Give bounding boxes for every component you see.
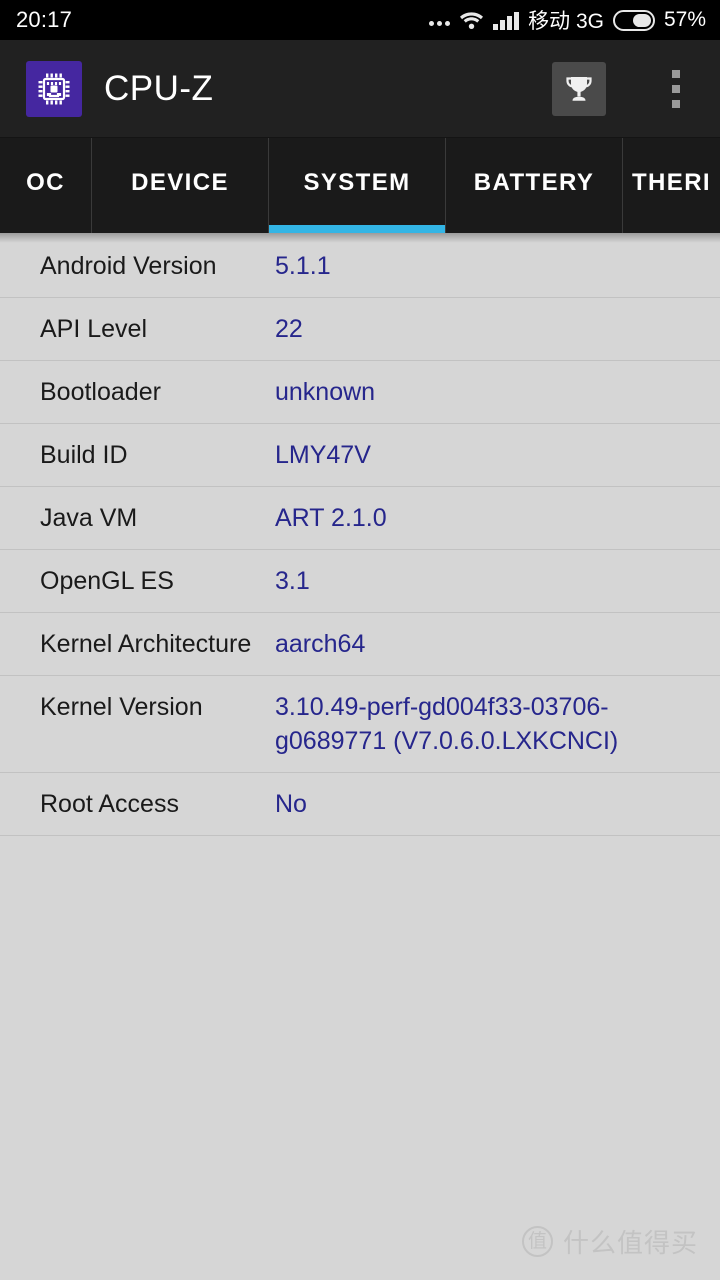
table-row[interactable]: OpenGL ES 3.1 xyxy=(0,550,720,613)
tab-label: DEVICE xyxy=(131,168,229,196)
system-info-list[interactable]: Android Version 5.1.1 API Level 22 Bootl… xyxy=(0,233,720,1280)
row-label: API Level xyxy=(40,315,148,343)
table-row[interactable]: API Level 22 xyxy=(0,298,720,361)
table-row[interactable]: Root Access No xyxy=(0,773,720,836)
table-row[interactable]: Build ID LMY47V xyxy=(0,424,720,487)
tab-indicator xyxy=(623,225,720,233)
tab-indicator xyxy=(0,225,91,233)
watermark-text: 什么值得买 xyxy=(562,1228,698,1258)
row-value: aarch64 xyxy=(275,630,366,658)
tab-device[interactable]: DEVICE xyxy=(92,138,269,233)
app-bar: CPU-Z xyxy=(0,40,720,138)
trophy-icon[interactable] xyxy=(552,61,606,116)
row-label: Bootloader xyxy=(40,378,161,406)
tab-bar[interactable]: OC DEVICE SYSTEM BATTERY THERI xyxy=(0,138,720,233)
tab-label: SYSTEM xyxy=(303,168,411,196)
carrier-label: 移动 3G xyxy=(528,10,604,33)
row-label: Build ID xyxy=(40,441,128,469)
row-value: 22 xyxy=(275,315,303,343)
table-row[interactable]: Kernel Version 3.10.49-perf-gd004f33-037… xyxy=(0,676,720,773)
signal-bars-icon xyxy=(493,10,520,30)
row-value: LMY47V xyxy=(275,441,371,469)
row-label: Kernel Architecture xyxy=(40,630,252,658)
more-dots-icon xyxy=(429,10,451,30)
tab-soc[interactable]: OC xyxy=(0,138,92,233)
row-value: 3.10.49-perf-gd004f33-03706-g0689771 (V7… xyxy=(275,693,619,755)
row-value: unknown xyxy=(275,378,376,406)
cpu-chip-icon xyxy=(26,60,82,117)
tab-indicator-active xyxy=(269,225,445,233)
tab-battery[interactable]: BATTERY xyxy=(446,138,623,233)
table-row[interactable]: Android Version 5.1.1 xyxy=(0,233,720,298)
row-value: 3.1 xyxy=(275,567,310,595)
status-bar: 20:17 移动 3G 57% xyxy=(0,0,720,40)
row-label: OpenGL ES xyxy=(40,567,174,595)
wifi-icon xyxy=(459,10,484,30)
row-label: Root Access xyxy=(40,790,179,818)
row-value: 5.1.1 xyxy=(275,252,331,280)
status-bar-icons: 移动 3G 57% xyxy=(429,5,706,35)
status-bar-clock: 20:17 xyxy=(16,7,73,32)
tab-indicator xyxy=(92,225,268,233)
tab-label: OC xyxy=(26,168,65,196)
table-row[interactable]: Java VM ART 2.1.0 xyxy=(0,487,720,550)
watermark-logo-icon: 值 xyxy=(521,1226,553,1257)
row-label: Kernel Version xyxy=(40,693,203,721)
tab-thermal[interactable]: THERI xyxy=(623,138,720,233)
table-row[interactable]: Kernel Architecture aarch64 xyxy=(0,613,720,676)
battery-percent-label: 57% xyxy=(663,8,706,31)
watermark: 值 什么值得买 xyxy=(521,1223,698,1260)
table-row[interactable]: Bootloader unknown xyxy=(0,361,720,424)
app-title: CPU-Z xyxy=(104,68,214,108)
tab-label: THERI xyxy=(632,168,711,196)
tab-system[interactable]: SYSTEM xyxy=(269,138,446,233)
battery-icon xyxy=(612,9,655,31)
row-value: ART 2.1.0 xyxy=(275,504,387,532)
row-value: No xyxy=(275,790,307,818)
tab-indicator xyxy=(446,225,622,233)
tab-label: BATTERY xyxy=(473,168,595,196)
row-label: Java VM xyxy=(40,504,138,532)
row-label: Android Version xyxy=(40,252,217,280)
overflow-menu-icon[interactable] xyxy=(658,62,694,116)
phone-screen: 20:17 移动 3G 57% CPU-Z OC DEVICE SYSTEM B… xyxy=(0,0,720,1280)
